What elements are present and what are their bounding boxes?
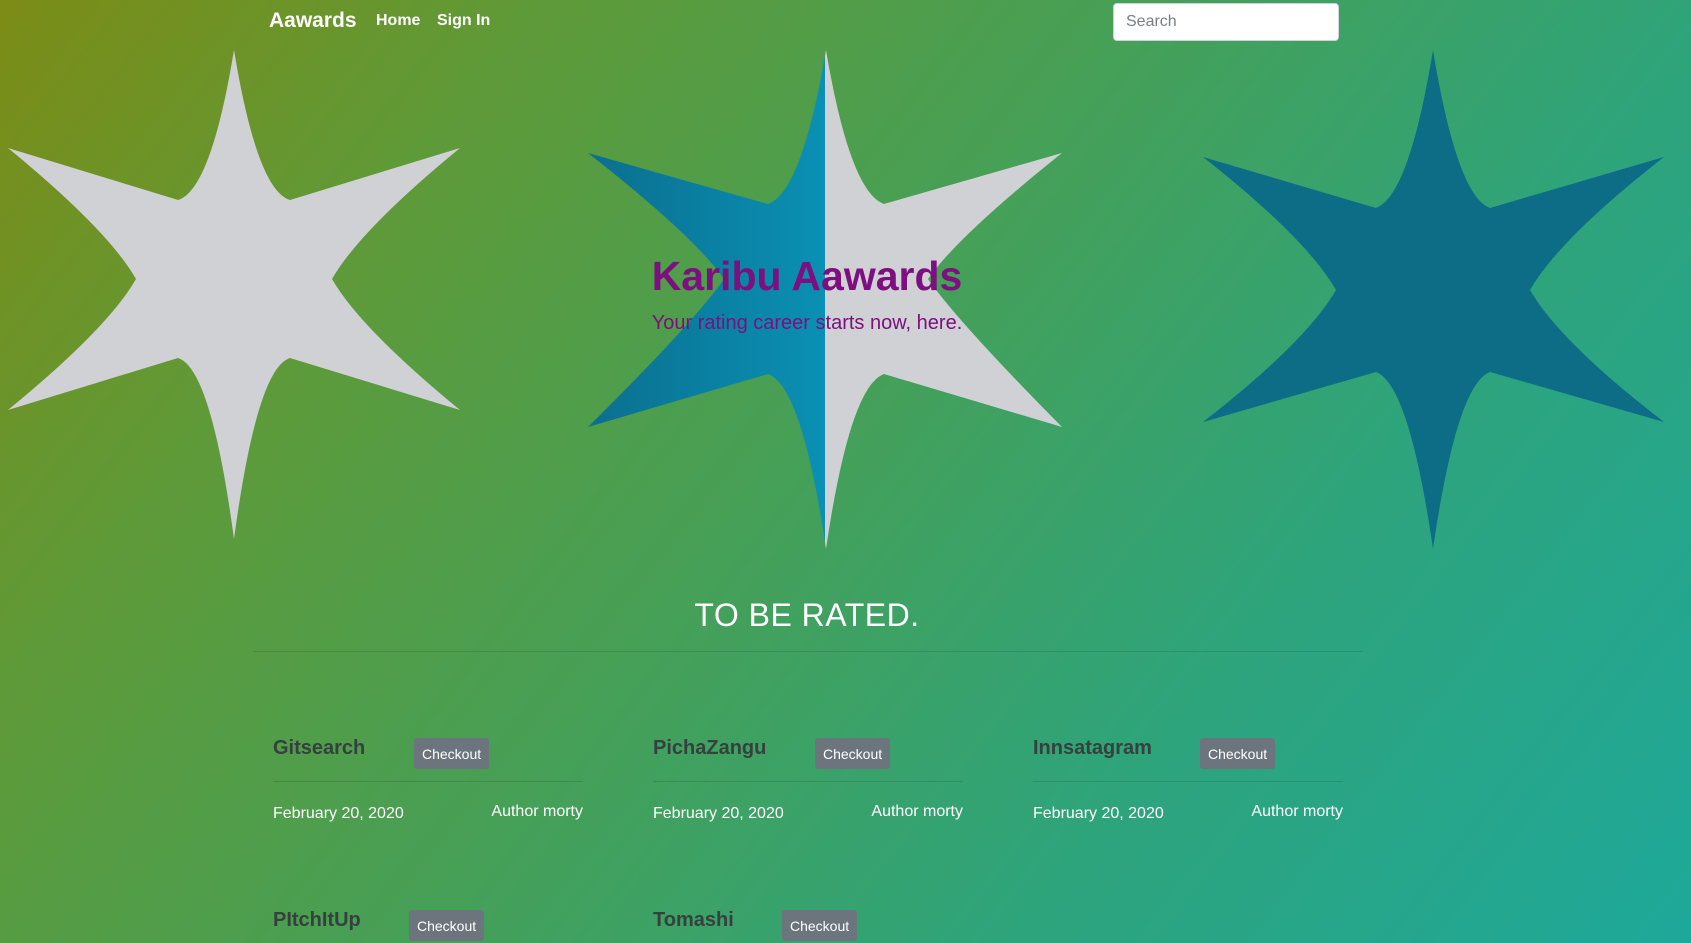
card-divider [273,781,583,782]
star-icon-right [1203,50,1664,549]
brand-logo[interactable]: Aawards [269,9,357,33]
section-title: TO BE RATED. [694,597,920,633]
checkout-button[interactable]: Checkout [782,910,858,941]
hero-title: Karibu Aawards [651,253,963,299]
checkout-button[interactable]: Checkout [414,738,490,769]
project-title: Innsatagram [1033,737,1152,759]
project-title: Gitsearch [273,737,366,759]
checkout-button[interactable]: Checkout [1200,738,1276,769]
project-date: February 20, 2020 [653,805,784,822]
page: Aawards Home Sign In Karibu Aawards Your… [0,0,1691,943]
star-decorations [8,50,1664,549]
project-author: Author morty [871,803,963,820]
hero-subtitle: Your rating career starts now, here. [651,312,963,334]
project-author: Author morty [1251,803,1343,820]
project-title: PItchItUp [273,909,361,931]
project-date: February 20, 2020 [1033,805,1164,822]
card-divider [653,781,963,782]
project-title: Tomashi [653,909,734,931]
project-title: PichaZangu [653,737,767,759]
section-divider [253,651,1363,652]
checkout-button[interactable]: Checkout [409,910,485,941]
project-author: Author morty [491,803,583,820]
nav-sign-in-link[interactable]: Sign In [437,12,490,30]
project-date: February 20, 2020 [273,805,404,822]
checkout-button[interactable]: Checkout [815,738,891,769]
star-icon-left [8,50,460,539]
search-input[interactable] [1113,3,1339,41]
nav-home-link[interactable]: Home [376,12,420,30]
card-divider [1033,781,1343,782]
